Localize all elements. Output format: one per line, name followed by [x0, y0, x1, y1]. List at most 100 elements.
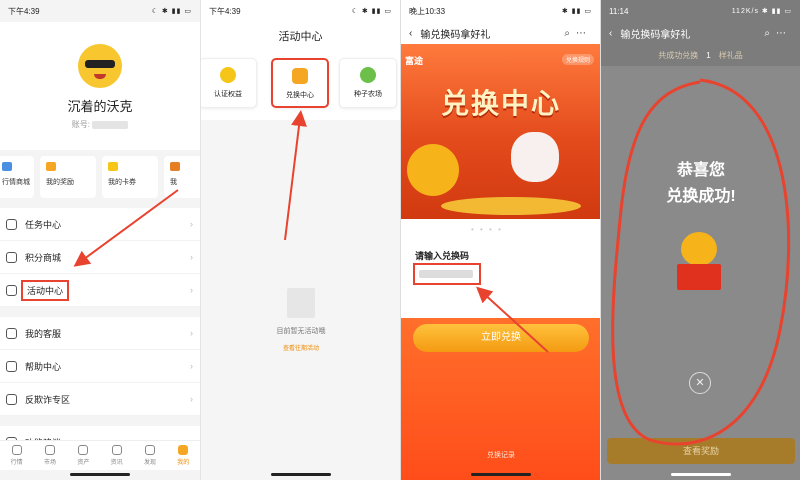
help-icon [6, 360, 17, 372]
redeem-now-button[interactable]: 立即兑换 [413, 324, 589, 352]
menu-item-help-center[interactable]: 帮助中心 › [0, 350, 200, 383]
congrats-line-1: 恭喜您 [676, 162, 725, 179]
reward-icon [46, 162, 56, 171]
more-icon[interactable]: ⋯ [576, 28, 592, 39]
tab-label: 发现 [143, 460, 156, 466]
code-input-field[interactable] [413, 263, 481, 285]
panel-activity-center: 下午4:39 ☾ ✱ ▮▮ ▭ 活动中心 认证权益 兑换中心 种子农场 目前暂无… [200, 0, 400, 480]
mascot-cat-illustration [511, 132, 559, 182]
chevron-right-icon: › [190, 285, 193, 295]
tab-news[interactable]: 资讯 [111, 445, 123, 466]
search-icon[interactable]: ⌕ [764, 28, 776, 39]
more-icon[interactable]: ⋯ [776, 28, 792, 39]
empty-state: 目前暂无活动哦 查看往期活动 [201, 288, 400, 352]
menu-label: 任务中心 [25, 219, 62, 230]
quick-card-label: 我 [170, 179, 177, 186]
tab-market[interactable]: 行情 [11, 445, 23, 466]
page-title: 活动中心 [201, 22, 400, 50]
activity-icon [6, 284, 17, 296]
back-arrow-icon[interactable]: ‹ [609, 28, 612, 39]
chevron-right-icon: › [190, 252, 193, 262]
compass-icon [144, 445, 155, 455]
quick-card-more[interactable]: 我 [164, 156, 200, 198]
header-actions: ⌕⋯ [764, 28, 792, 39]
page-title: 输兑换码拿好礼 [620, 29, 691, 41]
gift-box-illustration [671, 232, 727, 290]
search-icon[interactable]: ⌕ [564, 28, 576, 39]
status-bar: 下午4:39 ☾ ✱ ▮▮ ▭ [201, 0, 400, 22]
card-certified-benefits[interactable]: 认证权益 [201, 58, 257, 108]
card-label: 认证权益 [214, 91, 242, 98]
profile-header: 沉着的沃克 账号: [0, 22, 200, 150]
success-message: 恭喜您 兑换成功! [601, 158, 800, 210]
quick-cards: 行情商城 我的奖励 我的卡券 我 [0, 150, 200, 204]
status-icons: ☾ ✱ ▮▮ ▭ [351, 8, 392, 15]
news-icon [111, 445, 122, 455]
carousel-dots: • • • • [471, 225, 503, 234]
menu-label: 帮助中心 [25, 361, 62, 372]
status-icons: ☾ ✱ ▮▮ ▭ [151, 8, 192, 15]
menu-label: 积分商城 [25, 252, 62, 263]
menu-label: 反欺诈专区 [25, 394, 71, 405]
quick-card-my-rewards[interactable]: 我的奖励 [40, 156, 96, 198]
past-activities-link[interactable]: 查看往期活动 [201, 343, 400, 352]
account-label: 账号: [71, 120, 90, 129]
rules-link[interactable]: 兑换规则 [561, 54, 594, 65]
user-name: 沉着的沃克 [67, 99, 133, 114]
count-suffix: 样礼品 [718, 50, 743, 60]
gold-coins-illustration [441, 197, 581, 215]
menu-item-points-mall[interactable]: 积分商城 › [0, 241, 200, 274]
user-account: 账号: [0, 119, 200, 130]
tab-label: 市场 [43, 460, 56, 466]
mall-icon [6, 251, 17, 263]
chevron-right-icon: › [190, 394, 193, 404]
menu-list-support: 我的客服 › 帮助中心 › 反欺诈专区 › [0, 317, 200, 416]
activity-cards: 认证权益 兑换中心 种子农场 [201, 50, 400, 120]
tab-markets[interactable]: 市场 [44, 445, 56, 466]
tab-discover[interactable]: 发现 [144, 445, 156, 466]
redeem-records-link[interactable]: 兑换记录 [401, 450, 600, 460]
card-label: 兑换中心 [286, 92, 314, 99]
seed-icon [360, 67, 376, 83]
quick-card-my-coupons[interactable]: 我的卡券 [102, 156, 158, 198]
menu-item-anti-fraud[interactable]: 反欺诈专区 › [0, 383, 200, 416]
home-indicator [70, 473, 130, 476]
user-icon [178, 445, 189, 455]
tab-label: 资讯 [110, 460, 123, 466]
redeem-form: • • • • 请输入兑换码 [401, 219, 600, 319]
status-icons: ✱ ▮▮ ▭ [561, 8, 592, 15]
wallet-icon [78, 445, 89, 455]
view-reward-button[interactable]: 查看奖励 [607, 438, 795, 464]
menu-item-my-service[interactable]: 我的客服 › [0, 317, 200, 350]
status-bar: 11:14 112K/s ✱ ▮▮ ▭ [601, 0, 800, 22]
quick-card-market-mall[interactable]: 行情商城 [0, 156, 34, 198]
tab-me[interactable]: 我的 [177, 445, 189, 466]
diamond-icon [220, 67, 236, 83]
empty-text: 目前暂无活动哦 [276, 328, 326, 335]
tab-assets[interactable]: 资产 [77, 445, 89, 466]
page-title-text: 活动中心 [278, 31, 323, 43]
menu-item-task-center[interactable]: 任务中心 › [0, 208, 200, 241]
panel-my-profile: 下午4:39 ☾ ✱ ▮▮ ▭ 沉着的沃克 账号: 行情商城 我的奖励 我的卡券… [0, 0, 200, 480]
card-seed-farm[interactable]: 种子农场 [339, 58, 397, 108]
activity-center-highlight: 活动中心 [21, 279, 70, 301]
market-mall-icon [2, 162, 12, 171]
card-exchange-center[interactable]: 兑换中心 [271, 58, 329, 108]
header-actions: ⌕⋯ [564, 28, 592, 39]
quick-card-label: 行情商城 [2, 179, 30, 186]
coupon-icon [108, 162, 118, 171]
tab-label: 我的 [177, 460, 190, 466]
exchange-icon [292, 68, 308, 84]
page-header: ‹ 输兑换码拿好礼 ⌕⋯ [601, 22, 800, 44]
home-indicator [470, 473, 531, 476]
avatar[interactable] [78, 44, 122, 88]
network-speed: 112K/s [731, 8, 759, 15]
chevron-right-icon: › [190, 219, 193, 229]
close-icon[interactable]: ✕ [689, 372, 711, 394]
status-time: 下午4:39 [209, 6, 241, 16]
menu-item-activity-center[interactable]: 活动中心 › [0, 274, 200, 307]
tab-label: 资产 [77, 460, 90, 466]
panel-redeem-success: 11:14 112K/s ✱ ▮▮ ▭ ‹ 输兑换码拿好礼 ⌕⋯ 共成功兑换 1… [600, 0, 800, 480]
chevron-right-icon: › [190, 328, 193, 338]
back-arrow-icon[interactable]: ‹ [409, 28, 412, 39]
